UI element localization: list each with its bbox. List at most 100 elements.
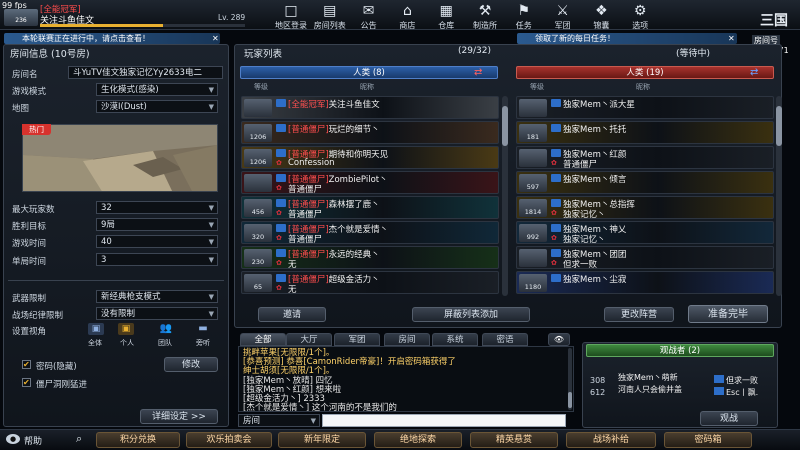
player-row[interactable]: 独家Mem丶派大星 <box>516 96 774 119</box>
round-time-label: 单局时间 <box>12 257 47 267</box>
nav-9[interactable]: ⚙ 选项 <box>621 2 659 31</box>
help-icon[interactable]: ● <box>6 434 20 444</box>
team-left-scrollbar[interactable] <box>502 96 508 296</box>
player-line: 独家Mem丶尘寂 <box>563 273 626 285</box>
bottom-button[interactable]: 欢乐拍卖会 <box>186 432 272 448</box>
nav-icon: ⚑ <box>517 3 531 19</box>
bottom-button[interactable]: 精英悬赏 <box>470 432 558 448</box>
player-row[interactable]: 1180 独家Mem丶尘寂 <box>516 271 774 294</box>
chat-input[interactable] <box>322 414 566 427</box>
zombie-checkbox[interactable]: ✔ <box>22 378 31 387</box>
chat-tab[interactable]: 房间 <box>384 333 430 346</box>
player-name: 独家Mem丶倾言 <box>563 175 627 185</box>
clan-icon <box>714 375 724 383</box>
player-row[interactable]: 456 [普通僵尸]森林摆了鹿丶 ✿ 普通僵尸 <box>241 196 499 219</box>
team-header-left[interactable]: 人类 (8) <box>240 66 498 79</box>
chat-eye-icon[interactable]: 👁 <box>548 333 570 346</box>
player-row[interactable]: [普通僵尸]ZombiePilot丶 ✿ 普通僵尸 <box>241 171 499 194</box>
chat-tab[interactable]: 全部 <box>240 333 286 346</box>
map-select[interactable]: 沙漠Ⅰ(Dust) ▼ <box>96 100 218 113</box>
daily-task-notice[interactable]: 领取了新的每日任务！ <box>517 33 737 44</box>
player-row[interactable]: 1814 独家Mem丶总指挥 ✿ 独家记忆丶 <box>516 196 774 219</box>
player-row[interactable]: 65 [普通僵尸]超级金活力丶 ✿ 无 <box>241 271 499 294</box>
bottom-button[interactable]: 新年限定 <box>278 432 366 448</box>
nav-6[interactable]: ⚑ 任务 <box>505 2 543 31</box>
view-all-icon[interactable]: ▣ <box>88 323 104 335</box>
player-row[interactable]: 独家Mem丶团团 ✿ 但求一败 <box>516 246 774 269</box>
block-list-button[interactable]: 屏蔽列表添加 <box>412 307 530 322</box>
chat-tab[interactable]: 军团 <box>334 333 380 346</box>
room-name-field[interactable]: 斗YuTV佳文独家记忆Yy2633电二 <box>68 66 223 79</box>
mode-select[interactable]: 生化模式(感染) ▼ <box>96 83 218 96</box>
round-time-select[interactable]: 3 ▼ <box>96 253 218 266</box>
weapon-limit-select[interactable]: 新经典枪支模式 ▼ <box>96 290 218 303</box>
player-title-tag: [普通僵尸] <box>288 125 329 135</box>
player-row[interactable]: 230 [普通僵尸]永远的经典丶 ✿ 无 <box>241 246 499 269</box>
chat-tab[interactable]: 系统 <box>432 333 478 346</box>
swap-team-icon[interactable]: ⇄ <box>750 67 758 78</box>
nav-8[interactable]: ❖ 锦囊 <box>582 2 620 31</box>
player-line: 独家Mem丶派大星 <box>563 98 635 110</box>
view-team-icon[interactable]: 👥 <box>156 323 176 335</box>
view-spectate-icon[interactable]: ▬ <box>194 323 212 335</box>
chat-tab[interactable]: 密语 <box>482 333 528 346</box>
spectate-button[interactable]: 观战 <box>700 411 758 426</box>
nav-0[interactable]: □ 地区登录 <box>272 2 310 31</box>
ready-button[interactable]: 准备完毕 <box>688 305 768 323</box>
player-row[interactable]: 独家Mem丶红颜 ✿ 普通僵尸 <box>516 146 774 169</box>
daily-close-icon[interactable]: ✕ <box>728 34 735 43</box>
nav-5[interactable]: ⚒ 制造所 <box>466 2 504 31</box>
nav-label: 选项 <box>632 21 649 30</box>
spectator-row[interactable]: 612 河南人只会偷井盖 Esc丨飘. <box>590 384 774 397</box>
player-name: 超级金活力丶 <box>328 275 380 285</box>
team-header-right[interactable]: 人类 (19) <box>516 66 774 79</box>
nav-3[interactable]: ⌂ 商店 <box>388 2 426 31</box>
chat-tab[interactable]: 大厅 <box>286 333 332 346</box>
nav-icon: ❖ <box>595 3 608 19</box>
player-row[interactable]: 1206 [普通僵尸]玩烂的细节丶 <box>241 121 499 144</box>
nav-label: 任务 <box>515 21 532 30</box>
league-notice[interactable]: 本轮联赛正在进行中，请点击查看！ <box>4 33 220 44</box>
col-rank-left: 等级 <box>254 83 268 91</box>
nav-4[interactable]: ▦ 仓库 <box>427 2 465 31</box>
spectator-row[interactable]: 308 独家Mem丶萌新 但求一败 <box>590 372 774 385</box>
max-players-select[interactable]: 32 ▼ <box>96 201 218 214</box>
password-checkbox[interactable]: ✔ <box>22 360 31 369</box>
league-notice-text: 本轮联赛正在进行中，请点击查看！ <box>22 34 150 43</box>
player-row[interactable]: 992 独家Mem丶神乂 ✿ 独家记忆丶 <box>516 221 774 244</box>
invite-button[interactable]: 邀请 <box>258 307 326 322</box>
change-team-button[interactable]: 更改阵营 <box>604 307 674 322</box>
discipline-select[interactable]: 没有限制 ▼ <box>96 307 218 320</box>
search-icon[interactable]: ⌕ <box>76 432 82 446</box>
win-target-select[interactable]: 9局 ▼ <box>96 218 218 231</box>
chat-channel-select[interactable]: 房间 ▼ <box>238 414 320 427</box>
map-preview[interactable] <box>22 124 218 192</box>
help-label[interactable]: 帮助 <box>24 434 42 447</box>
avatar[interactable]: 236 <box>4 9 38 26</box>
nav-2[interactable]: ✉ 公告 <box>350 2 388 31</box>
chat-scrollbar[interactable] <box>568 348 572 410</box>
player-row[interactable]: [全能冠军]关注斗鱼佳文 <box>241 96 499 119</box>
player-row[interactable]: 320 [普通僵尸]杰个就是爱情丶 ✿ 普通僵尸 <box>241 221 499 244</box>
player-row[interactable]: 181 独家Mem丶托托 <box>516 121 774 144</box>
bottom-button[interactable]: 绝地探索 <box>374 432 462 448</box>
player-row[interactable]: 597 独家Mem丶倾言 <box>516 171 774 194</box>
swap-team-icon[interactable]: ⇄ <box>474 67 482 78</box>
team-right-scrollbar[interactable] <box>776 96 782 296</box>
spectator-header: 观战者 (2) <box>586 344 774 357</box>
bottom-button[interactable]: 密码箱 <box>664 432 752 448</box>
game-time-select[interactable]: 40 ▼ <box>96 235 218 248</box>
bottom-button[interactable]: 战场补给 <box>566 432 656 448</box>
notice-close-icon[interactable]: ✕ <box>212 34 219 43</box>
player-clan: 普通僵尸 <box>288 210 323 219</box>
modify-button[interactable]: 修改 <box>164 357 218 372</box>
view-personal-icon[interactable]: ▣ <box>118 323 134 335</box>
bottom-button[interactable]: 积分兑换 <box>96 432 180 448</box>
player-row[interactable]: 1206 [普通僵尸]期待和你明天见 ✿ Confession <box>241 146 499 169</box>
detail-settings-button[interactable]: 详细设定 >> <box>140 409 218 424</box>
nav-icon: □ <box>284 3 298 19</box>
nav-7[interactable]: ⚔ 军团 <box>544 2 582 31</box>
player-clan: 普通僵尸 <box>563 160 598 169</box>
nav-1[interactable]: ▤ 房间列表 <box>311 2 349 31</box>
chat-line: [杰个就是爱情丶] 这个河南的不是我们的 <box>243 403 397 412</box>
